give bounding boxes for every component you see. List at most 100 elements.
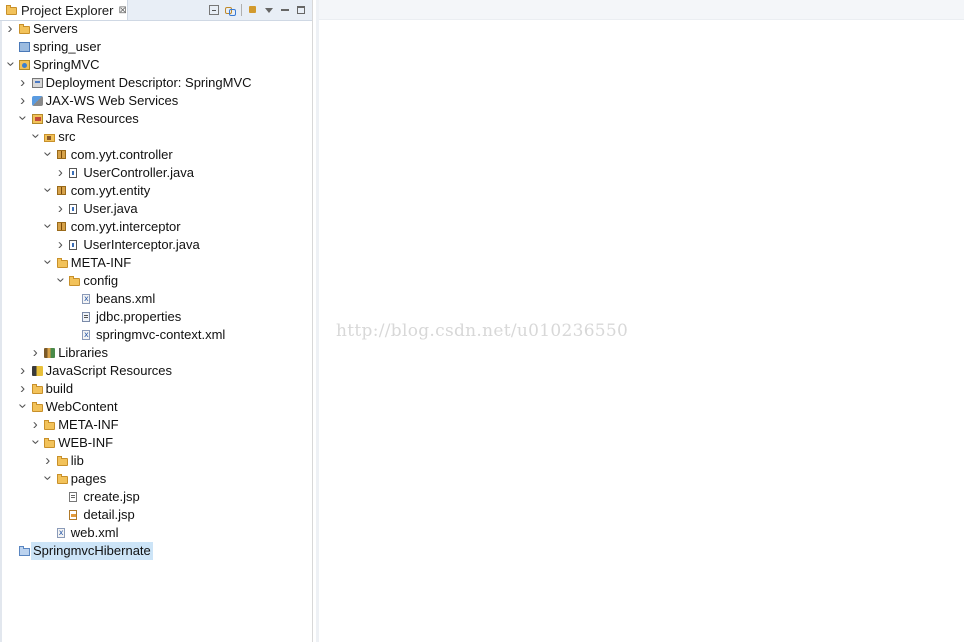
close-icon[interactable]: ⊠ xyxy=(118,5,126,16)
folder-icon xyxy=(31,384,43,394)
jsres-icon xyxy=(31,366,43,376)
view-toolbar xyxy=(209,2,306,18)
tree-item-label: Java Resources xyxy=(45,111,139,126)
tree-item-label: SpringMVC xyxy=(33,57,100,72)
srcfolder-icon xyxy=(44,134,56,142)
tree-item[interactable]: springmvc-context.xml xyxy=(0,326,300,344)
project-explorer-icon xyxy=(6,5,17,15)
chevron-right-icon[interactable] xyxy=(18,92,28,110)
chevron-down-icon[interactable] xyxy=(18,398,28,416)
java-icon xyxy=(69,204,78,214)
tree-item[interactable]: src xyxy=(0,128,300,146)
tree-item-label: User.java xyxy=(83,201,138,216)
chevron-down-icon[interactable] xyxy=(5,56,15,74)
tree-item-label: JavaScript Resources xyxy=(45,363,173,378)
tree-item[interactable]: Java Resources xyxy=(0,110,300,128)
tree-item-label: beans.xml xyxy=(96,291,156,306)
tree-item-label: web.xml xyxy=(70,525,119,540)
tree-item[interactable]: Deployment Descriptor: SpringMVC xyxy=(0,74,300,92)
tree-item[interactable]: Servers xyxy=(0,20,300,38)
chevron-down-icon[interactable] xyxy=(18,110,28,128)
tree-item-label: com.yyt.entity xyxy=(70,183,151,198)
tree-item-label: src xyxy=(58,129,76,144)
chevron-down-icon[interactable] xyxy=(30,434,40,452)
collapse-all-icon[interactable] xyxy=(209,5,219,15)
tree-item-label: spring_user xyxy=(33,39,101,54)
tree-item-label: WebContent xyxy=(45,399,118,414)
tree-item-label: JAX-WS Web Services xyxy=(45,93,179,108)
tree-item[interactable]: com.yyt.controller xyxy=(0,146,300,164)
chevron-right-icon[interactable] xyxy=(30,416,40,434)
minimize-icon[interactable] xyxy=(280,5,290,15)
tree-item-label: springmvc-context.xml xyxy=(96,327,226,342)
tree-item[interactable]: lib xyxy=(0,452,300,470)
chevron-right-icon[interactable] xyxy=(43,452,53,470)
tree-item[interactable]: META-INF xyxy=(0,254,300,272)
chevron-down-icon[interactable] xyxy=(30,128,40,146)
tree-item[interactable]: User.java xyxy=(0,200,300,218)
tree-item-label: WEB-INF xyxy=(58,435,114,450)
tree-item[interactable]: JAX-WS Web Services xyxy=(0,92,300,110)
tree-item[interactable]: UserController.java xyxy=(0,164,300,182)
tree-item[interactable]: jdbc.properties xyxy=(0,308,300,326)
tree-item[interactable]: beans.xml xyxy=(0,290,300,308)
chevron-right-icon[interactable] xyxy=(55,236,65,254)
folder-icon xyxy=(44,438,56,448)
chevron-right-icon[interactable] xyxy=(18,380,28,398)
chevron-right-icon[interactable] xyxy=(5,20,15,38)
tree-item[interactable]: JavaScript Resources xyxy=(0,362,300,380)
chevron-down-icon[interactable] xyxy=(43,470,53,488)
tree-item[interactable]: pages xyxy=(0,470,300,488)
tree-item-label: detail.jsp xyxy=(83,507,135,522)
tree-item[interactable]: web.xml xyxy=(0,524,300,542)
chevron-right-icon[interactable] xyxy=(18,362,28,380)
tree-item-label: pages xyxy=(70,471,107,486)
tree-item[interactable]: com.yyt.interceptor xyxy=(0,218,300,236)
tree-item[interactable]: META-INF xyxy=(0,416,300,434)
tree-item[interactable]: UserInterceptor.java xyxy=(0,236,300,254)
tree-item-label: META-INF xyxy=(70,255,132,270)
tree-item[interactable]: config xyxy=(0,272,300,290)
focus-icon[interactable] xyxy=(248,5,258,15)
tree-item[interactable]: WEB-INF xyxy=(0,434,300,452)
tree-item[interactable]: detail.jsp xyxy=(0,506,300,524)
tree-item-label: build xyxy=(45,381,74,396)
server-icon xyxy=(19,42,30,52)
folder-icon xyxy=(56,456,68,466)
chevron-down-icon[interactable] xyxy=(43,218,53,236)
tree-item-label: UserInterceptor.java xyxy=(83,237,200,252)
javares-icon xyxy=(31,114,43,124)
tree-item[interactable]: spring_user xyxy=(0,38,300,56)
tree-item-label: jdbc.properties xyxy=(96,309,182,324)
chevron-right-icon[interactable] xyxy=(30,344,40,362)
chevron-right-icon[interactable] xyxy=(55,164,65,182)
tree-item-label: com.yyt.interceptor xyxy=(70,219,181,234)
chevron-down-icon[interactable] xyxy=(43,254,53,272)
java-icon xyxy=(69,168,78,178)
xml-icon xyxy=(56,524,65,542)
watermark-text: http://blog.csdn.net/u010236550 xyxy=(336,321,629,341)
tree-item[interactable]: SpringmvcHibernate xyxy=(0,542,300,560)
tree-item[interactable]: create.jsp xyxy=(0,488,300,506)
tree-item[interactable]: SpringMVC xyxy=(0,56,300,74)
chevron-right-icon[interactable] xyxy=(55,200,65,218)
tab-label: Project Explorer xyxy=(21,2,114,18)
maximize-icon[interactable] xyxy=(296,5,306,15)
folder-icon xyxy=(31,402,43,412)
project-explorer-panel: Project Explorer ⊠ Servers spring_user Spr… xyxy=(0,0,313,642)
tree-item[interactable]: com.yyt.entity xyxy=(0,182,300,200)
chevron-down-icon[interactable] xyxy=(43,146,53,164)
tree-item-label: SpringmvcHibernate xyxy=(31,542,153,560)
tree-item-label: com.yyt.controller xyxy=(70,147,173,162)
view-menu-icon[interactable] xyxy=(264,5,274,15)
tree-item[interactable]: build xyxy=(0,380,300,398)
package-icon xyxy=(56,222,66,231)
chevron-right-icon[interactable] xyxy=(18,74,28,92)
package-icon xyxy=(56,150,66,159)
link-with-editor-icon[interactable] xyxy=(225,5,236,16)
tab-project-explorer[interactable]: Project Explorer ⊠ xyxy=(0,0,128,20)
chevron-down-icon[interactable] xyxy=(55,272,65,290)
tree-item[interactable]: WebContent xyxy=(0,398,300,416)
chevron-down-icon[interactable] xyxy=(43,182,53,200)
tree-item[interactable]: Libraries xyxy=(0,344,300,362)
